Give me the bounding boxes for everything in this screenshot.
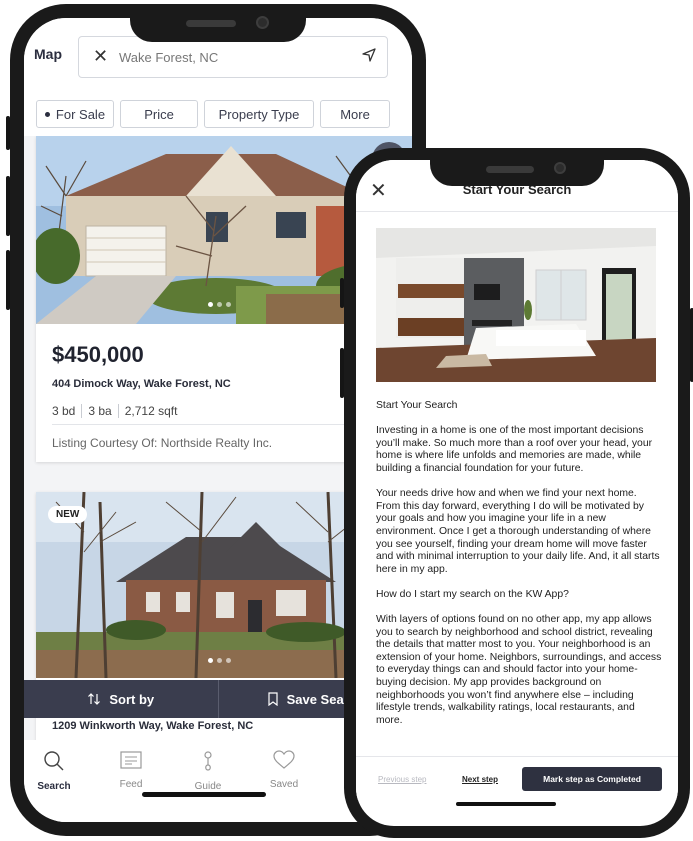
step-footer: Previous step Next step Mark step as Com…	[356, 756, 678, 800]
tab-label: Saved	[269, 779, 299, 790]
filter-for-sale[interactable]: For Sale	[36, 100, 114, 128]
guide-screen: ✕ Start Your Search Start Your Search In…	[356, 160, 678, 826]
listing-address: 1209 Winkworth Way, Wake Forest, NC	[52, 720, 254, 732]
previous-step-link[interactable]: Previous step	[378, 775, 426, 784]
tab-guide[interactable]: Guide	[178, 750, 238, 792]
tab-label: Guide	[194, 781, 222, 792]
article-paragraph: Your needs drive how and when we find yo…	[376, 488, 660, 575]
article-heading: Start Your Search	[376, 400, 458, 411]
listing-price: $450,000	[52, 342, 144, 367]
heart-icon	[273, 750, 295, 769]
mark-complete-button[interactable]: Mark step as Completed	[522, 767, 662, 791]
volume-up-button	[340, 348, 344, 398]
search-input-value: Wake Forest, NC	[119, 50, 219, 65]
mute-switch	[340, 278, 344, 308]
tab-label: Search	[37, 781, 71, 792]
filter-label: More	[340, 106, 370, 122]
volume-down-button	[6, 250, 10, 310]
baths: 3 ba	[88, 404, 112, 418]
guide-pin-icon	[204, 751, 212, 771]
tab-search[interactable]: Search	[24, 750, 84, 792]
article-paragraph: With layers of options found on no other…	[376, 614, 662, 726]
map-toggle[interactable]: Map	[34, 46, 62, 62]
filter-property-type[interactable]: Property Type	[204, 100, 314, 128]
selected-dot-icon	[44, 111, 50, 117]
tab-label: Feed	[119, 779, 143, 790]
filter-label: Property Type	[218, 106, 300, 122]
listing-specs: 3 bd 3 ba 2,712 sqft	[52, 404, 177, 418]
feed-icon	[120, 751, 142, 769]
guide-content[interactable]: Start Your Search Investing in a home is…	[356, 212, 678, 752]
phone-notch	[430, 148, 604, 186]
photo-pager[interactable]	[208, 658, 231, 663]
beds: 3 bd	[52, 404, 76, 418]
clear-search-icon[interactable]: ✕	[93, 46, 108, 67]
home-indicator	[142, 792, 266, 797]
article-subheading: How do I start my search on the KW App?	[376, 588, 569, 600]
article-paragraph: Investing in a home is one of the most i…	[376, 425, 653, 474]
sort-by-label: Sort by	[109, 691, 155, 707]
filter-bar: For Sale Price Property Type More	[36, 100, 390, 128]
volume-up-button	[6, 176, 10, 236]
new-badge: NEW	[48, 506, 88, 523]
guide-article: Start Your Search Investing in a home is…	[376, 400, 662, 740]
home-indicator	[456, 802, 556, 806]
phone-right: ✕ Start Your Search Start Your Search In…	[340, 148, 693, 838]
location-arrow-icon[interactable]	[361, 47, 377, 68]
filter-label: Price	[144, 106, 174, 122]
phone-notch	[130, 4, 306, 42]
filter-label: For Sale	[55, 106, 106, 122]
living-room-photo	[376, 228, 656, 382]
sort-icon	[88, 693, 101, 705]
bookmark-icon	[267, 692, 278, 706]
tab-saved[interactable]: Saved	[254, 750, 314, 790]
location-search-input[interactable]: ✕ Wake Forest, NC	[78, 36, 388, 78]
listing-courtesy: Listing Courtesy Of: Northside Realty In…	[52, 436, 273, 450]
filter-more[interactable]: More	[320, 100, 390, 128]
search-icon	[44, 751, 64, 771]
photo-pager[interactable]	[208, 302, 231, 307]
sqft: 2,712 sqft	[124, 404, 178, 418]
listing-address: 404 Dimock Way, Wake Forest, NC	[52, 378, 231, 390]
next-step-link[interactable]: Next step	[462, 775, 498, 784]
mute-switch	[6, 116, 10, 150]
tab-feed[interactable]: Feed	[101, 750, 161, 790]
filter-price[interactable]: Price	[120, 100, 198, 128]
sort-by-button[interactable]: Sort by	[24, 680, 218, 718]
